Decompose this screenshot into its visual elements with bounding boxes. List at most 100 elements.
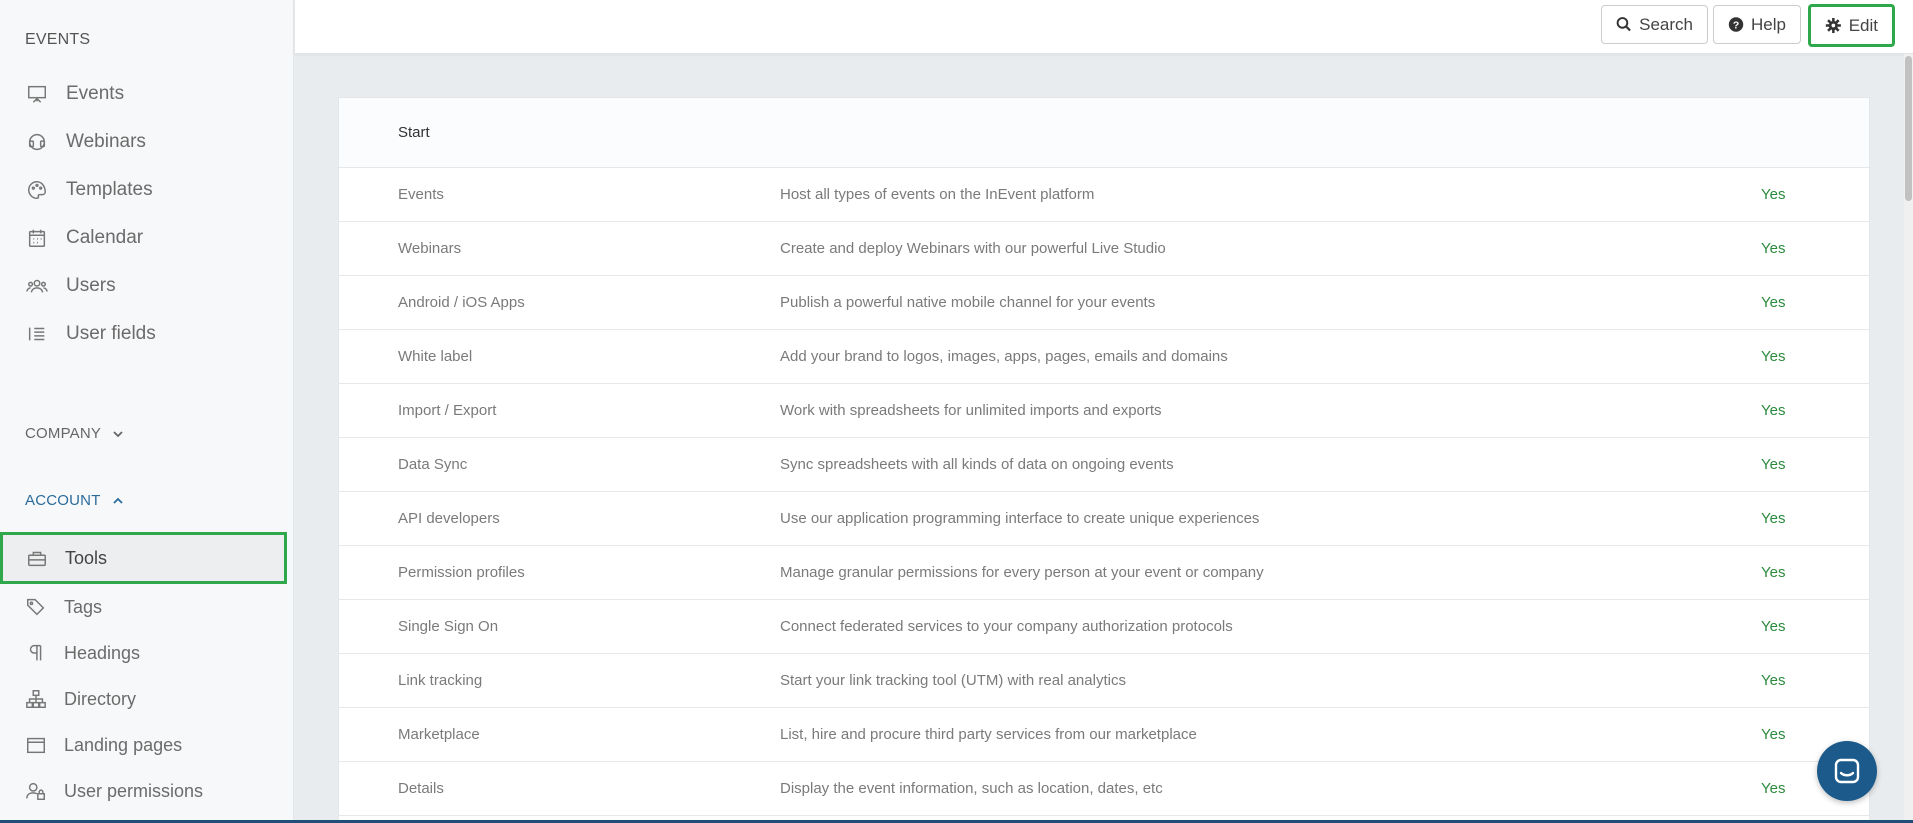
tool-description: Host all types of events on the InEvent …	[780, 186, 1095, 203]
sidebar-item-users[interactable]: Users	[0, 262, 294, 310]
search-button-label: Search	[1639, 14, 1693, 34]
chevron-down-icon	[113, 431, 123, 438]
tools-table: Start Events Host all types of events on …	[338, 97, 1870, 823]
help-button[interactable]: ? Help	[1713, 5, 1801, 44]
sidebar-item-calendar[interactable]: Calendar	[0, 214, 294, 262]
svg-text:?: ?	[1733, 21, 1739, 32]
sidebar-item-label: Webinars	[66, 131, 146, 152]
sidebar-item-tags[interactable]: Tags	[0, 584, 294, 630]
table-row[interactable]: Android / iOS Apps Publish a powerful nat…	[339, 276, 1869, 330]
table-header: Start	[339, 98, 1869, 168]
sidebar-item-templates[interactable]: Templates	[0, 166, 294, 214]
table-row[interactable]: Webinars Create and deploy Webinars with …	[339, 222, 1869, 276]
company-section-label: COMPANY	[25, 425, 101, 442]
table-row[interactable]: Single Sign On Connect federated services…	[339, 600, 1869, 654]
palette-icon	[25, 178, 49, 202]
tool-status: Yes	[1761, 294, 1786, 311]
tool-description: Add your brand to logos, images, apps, p…	[780, 348, 1228, 365]
edit-button[interactable]: Edit	[1808, 4, 1895, 47]
tool-status: Yes	[1761, 348, 1786, 365]
tool-description: Sync spreadsheets with all kinds of data…	[780, 456, 1174, 473]
sidebar-item-label: Landing pages	[64, 734, 183, 755]
search-icon	[1616, 17, 1631, 32]
gear-icon	[1825, 17, 1841, 34]
tool-description: Work with spreadsheets for unlimited imp…	[780, 402, 1162, 419]
chat-launcher-button[interactable]	[1817, 741, 1877, 801]
tool-name: Events	[398, 186, 444, 203]
sitemap-icon	[24, 687, 48, 711]
tool-name: Link tracking	[398, 672, 483, 689]
sidebar-item-directory[interactable]: Directory	[0, 676, 294, 722]
sidebar-item-headings[interactable]: Headings	[0, 630, 294, 676]
tool-status: Yes	[1761, 672, 1786, 689]
tags-icon	[24, 595, 48, 619]
tool-description: List, hire and procure third party servi…	[780, 726, 1197, 743]
table-row[interactable]: Import / Export Work with spreadsheets fo…	[339, 384, 1869, 438]
table-row[interactable]: White label Add your brand to logos, imag…	[339, 330, 1869, 384]
table-header-label: Start	[398, 124, 430, 141]
sidebar-item-label: Tools	[65, 547, 108, 568]
sidebar-item-label: Headings	[64, 642, 141, 663]
sidebar-item-label: Tags	[64, 596, 103, 617]
tool-name: API developers	[398, 510, 500, 527]
tool-description: Publish a powerful native mobile channel…	[780, 294, 1156, 311]
account-section-label: ACCOUNT	[25, 492, 101, 509]
sidebar: EVENTS Events Webinars Templates Calenda…	[0, 0, 294, 823]
sidebar-item-label: User permissions	[64, 780, 204, 801]
tool-description: Connect federated services to your compa…	[780, 618, 1233, 635]
tool-name: White label	[398, 348, 473, 365]
users-icon	[25, 274, 49, 298]
tool-name: Data Sync	[398, 456, 468, 473]
tool-status: Yes	[1761, 402, 1786, 419]
sidebar-item-user-permissions[interactable]: User permissions	[0, 768, 294, 814]
table-row[interactable]: Permission profiles Manage granular permi…	[339, 546, 1869, 600]
table-row[interactable]: API developers Use our application progra…	[339, 492, 1869, 546]
scrollbar-thumb[interactable]	[1905, 56, 1912, 201]
sidebar-item-label: Calendar	[66, 227, 144, 248]
tool-description: Use our application programming interfac…	[780, 510, 1260, 527]
sidebar-item-label: User fields	[66, 323, 156, 344]
tool-description: Manage granular permissions for every pe…	[780, 564, 1264, 581]
search-button[interactable]: Search	[1601, 5, 1708, 44]
table-row[interactable]: Data Sync Sync spreadsheets with all kind…	[339, 438, 1869, 492]
sidebar-item-label: Events	[66, 83, 125, 104]
window-icon	[24, 733, 48, 757]
table-row[interactable]: Marketplace List, hire and procure third …	[339, 708, 1869, 762]
list-icon	[25, 322, 49, 346]
tool-name: Permission profiles	[398, 564, 525, 581]
tool-status: Yes	[1761, 618, 1786, 635]
tool-status: Yes	[1761, 240, 1786, 257]
table-row[interactable]: Events Host all types of events on the In…	[339, 168, 1869, 222]
question-circle-icon: ?	[1728, 17, 1744, 32]
help-button-label: Help	[1751, 14, 1786, 34]
edit-button-label: Edit	[1848, 15, 1878, 35]
tool-name: Import / Export	[398, 402, 497, 419]
paragraph-icon	[24, 641, 48, 665]
tool-description: Display the event information, such as l…	[780, 780, 1163, 797]
sidebar-item-webinars[interactable]: Webinars	[0, 118, 294, 166]
tool-name: Marketplace	[398, 726, 480, 743]
sidebar-item-user-fields[interactable]: User fields	[0, 310, 294, 358]
chevron-up-icon	[113, 497, 123, 504]
headset-icon	[25, 130, 49, 154]
tool-status: Yes	[1761, 780, 1786, 797]
toolbox-icon	[25, 546, 49, 570]
tool-name: Single Sign On	[398, 618, 499, 635]
table-row[interactable]: Details Display the event information, su…	[339, 762, 1869, 816]
sidebar-item-landing-pages[interactable]: Landing pages	[0, 722, 294, 768]
account-nav: Tools Tags Headings Directory Landing pa…	[0, 532, 294, 814]
user-lock-icon	[24, 779, 48, 803]
account-section-toggle[interactable]: ACCOUNT	[25, 492, 125, 509]
top-bar: Search ? Help Edit	[295, 0, 1913, 54]
tool-name: Webinars	[398, 240, 462, 257]
tool-name: Details	[398, 780, 444, 797]
events-section-header: EVENTS	[25, 31, 91, 48]
sidebar-item-events[interactable]: Events	[0, 70, 294, 118]
events-nav: Events Webinars Templates Calendar Users…	[0, 70, 294, 358]
tool-status: Yes	[1761, 726, 1786, 743]
chat-icon	[1834, 758, 1860, 784]
sidebar-item-tools[interactable]: Tools	[0, 532, 287, 584]
company-section-toggle[interactable]: COMPANY	[25, 425, 125, 442]
tool-status: Yes	[1761, 456, 1786, 473]
table-row[interactable]: Link tracking Start your link tracking to…	[339, 654, 1869, 708]
